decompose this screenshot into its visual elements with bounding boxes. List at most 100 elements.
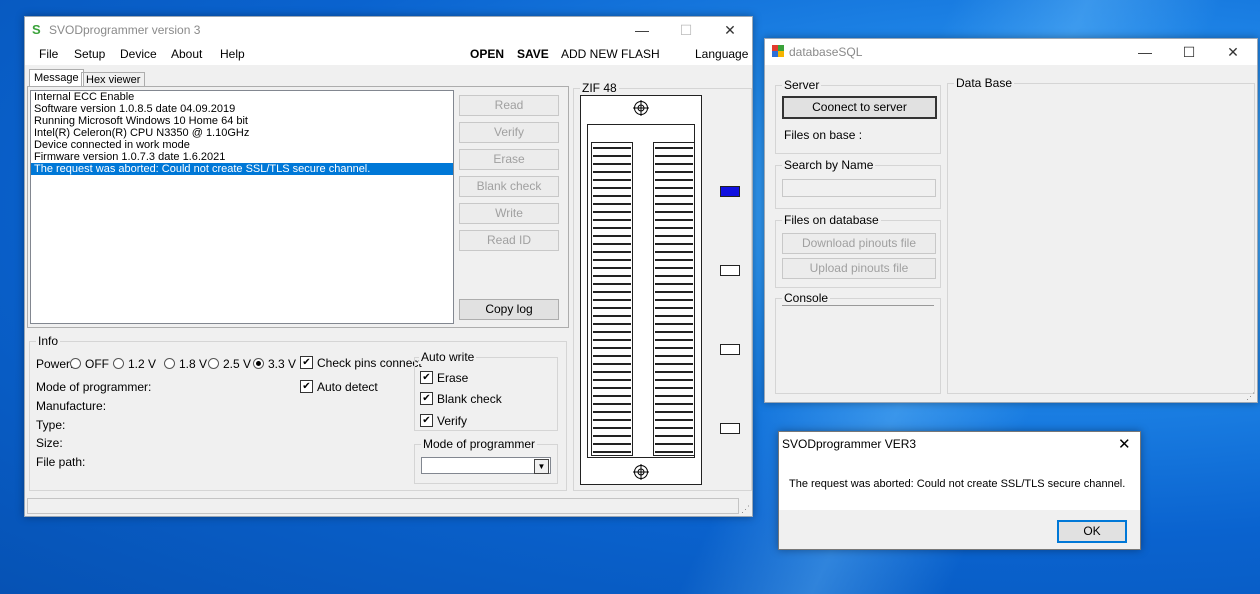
auto-write-group: Auto write ✔ Erase ✔ Blank check ✔ Verif… bbox=[414, 350, 558, 431]
power-radio-1[interactable] bbox=[113, 358, 124, 369]
zif-pin bbox=[593, 219, 631, 221]
main-titlebar[interactable]: S SVODprogrammer version 3 — ☐ ✕ bbox=[25, 17, 752, 43]
power-radio-4[interactable] bbox=[253, 358, 264, 369]
auto-detect-checkbox[interactable]: ✔ bbox=[300, 380, 313, 393]
zif-pin bbox=[655, 219, 693, 221]
download-pinouts-button[interactable]: Download pinouts file bbox=[782, 233, 936, 254]
menu-about[interactable]: About bbox=[171, 47, 202, 61]
tab-hex-viewer[interactable]: Hex viewer bbox=[81, 72, 146, 87]
menu-file[interactable]: File bbox=[39, 47, 58, 61]
db-resize-grip-icon[interactable]: ⋰ bbox=[1246, 391, 1255, 402]
status-indicator-4 bbox=[720, 423, 740, 434]
read-id-button[interactable]: Read ID bbox=[459, 230, 559, 251]
open-button[interactable]: OPEN bbox=[470, 47, 504, 61]
db-titlebar[interactable]: databaseSQL — ☐ ✕ bbox=[765, 39, 1257, 65]
read-button[interactable]: Read bbox=[459, 95, 559, 116]
copy-log-button[interactable]: Copy log bbox=[459, 299, 559, 320]
mode-group-label: Mode of programmer bbox=[421, 437, 538, 451]
upload-pinouts-button[interactable]: Upload pinouts file bbox=[782, 258, 936, 279]
info-group: Info Power: OFF 1.2 V 1.8 V 2.5 V 3.3 V ✔ Ch… bbox=[29, 334, 567, 491]
manufacture-label: Manufacture: bbox=[36, 399, 107, 413]
zif-pin bbox=[655, 283, 693, 285]
search-input[interactable] bbox=[782, 179, 936, 197]
dialog-titlebar[interactable]: SVODprogrammer VER3 ✕ bbox=[779, 432, 1140, 456]
tab-message[interactable]: Message bbox=[29, 69, 84, 87]
chevron-down-icon[interactable]: ▼ bbox=[534, 459, 549, 474]
language-menu[interactable]: Language bbox=[695, 47, 748, 61]
zif-pin bbox=[593, 227, 631, 229]
zif-pin bbox=[593, 363, 631, 365]
auto-erase-checkbox[interactable]: ✔ bbox=[420, 371, 433, 384]
menu-device[interactable]: Device bbox=[120, 47, 157, 61]
write-button[interactable]: Write bbox=[459, 203, 559, 224]
log-line[interactable]: Firmware version 1.0.7.3 date 1.6.2021 bbox=[31, 151, 453, 163]
zif-pin bbox=[655, 427, 693, 429]
power-radio-0[interactable] bbox=[70, 358, 81, 369]
zif-pin bbox=[593, 331, 631, 333]
menu-help[interactable]: Help bbox=[220, 47, 245, 61]
zif-pin bbox=[655, 451, 693, 453]
erase-button[interactable]: Erase bbox=[459, 149, 559, 170]
zif-pin bbox=[593, 379, 631, 381]
db-close-icon[interactable]: ✕ bbox=[1211, 39, 1255, 65]
log-line[interactable]: Software version 1.0.8.5 date 04.09.2019 bbox=[31, 103, 453, 115]
log-line[interactable]: Device connected in work mode bbox=[31, 139, 453, 151]
log-line[interactable]: Running Microsoft Windows 10 Home 64 bit bbox=[31, 115, 453, 127]
log-line[interactable]: Internal ECC Enable bbox=[31, 91, 453, 103]
zif-pin bbox=[655, 171, 693, 173]
zif-pin bbox=[655, 403, 693, 405]
log-listbox[interactable]: Internal ECC Enable Software version 1.0.… bbox=[30, 90, 454, 324]
zif-pin bbox=[593, 179, 631, 181]
log-line[interactable]: Intel(R) Celeron(R) CPU N3350 @ 1.10GHz bbox=[31, 127, 453, 139]
info-group-label: Info bbox=[36, 334, 61, 348]
zif-pin bbox=[655, 187, 693, 189]
zif-pin bbox=[593, 403, 631, 405]
check-pins-checkbox[interactable]: ✔ bbox=[300, 356, 313, 369]
zif-pin-column-right bbox=[653, 142, 695, 456]
zif-pin bbox=[593, 259, 631, 261]
ok-button[interactable]: OK bbox=[1057, 520, 1127, 543]
status-bar: ⋰ bbox=[25, 496, 752, 516]
file-path-label: File path: bbox=[36, 455, 86, 469]
status-indicator-active bbox=[720, 186, 740, 197]
log-line[interactable]: The request was aborted: Could not creat… bbox=[31, 163, 453, 175]
auto-blank-check-checkbox[interactable]: ✔ bbox=[420, 392, 433, 405]
menu-setup[interactable]: Setup bbox=[74, 47, 105, 61]
zif-label: ZIF 48 bbox=[580, 81, 619, 95]
zif-pin bbox=[593, 347, 631, 349]
log-lines: Internal ECC Enable Software version 1.0.… bbox=[31, 91, 453, 175]
blank-check-button[interactable]: Blank check bbox=[459, 176, 559, 197]
svod-logo-icon: S bbox=[32, 22, 41, 36]
save-button[interactable]: SAVE bbox=[517, 47, 549, 61]
verify-button[interactable]: Verify bbox=[459, 122, 559, 143]
connect-to-server-button[interactable]: Coonect to server bbox=[782, 96, 937, 119]
zif-pin bbox=[655, 323, 693, 325]
power-radio-3[interactable] bbox=[208, 358, 219, 369]
console-textbox[interactable] bbox=[782, 305, 934, 307]
mode-select[interactable]: ▼ bbox=[421, 457, 551, 474]
db-minimize-icon[interactable]: — bbox=[1123, 39, 1167, 65]
resize-grip-icon[interactable]: ⋰ bbox=[741, 504, 750, 515]
server-group: Server Coonect to server Files on base : bbox=[775, 78, 941, 154]
power-option-label: 3.3 V bbox=[268, 357, 297, 371]
zif-pin bbox=[593, 323, 631, 325]
auto-blank-check-label: Blank check bbox=[437, 392, 502, 406]
zif-pin bbox=[655, 347, 693, 349]
zif-pin bbox=[593, 451, 631, 453]
dialog-close-icon[interactable]: ✕ bbox=[1118, 435, 1131, 453]
zif-pin bbox=[655, 411, 693, 413]
close-icon[interactable]: ✕ bbox=[708, 17, 752, 43]
database-window: databaseSQL — ☐ ✕ Server Coonect to serv… bbox=[764, 38, 1258, 403]
power-radio-2[interactable] bbox=[164, 358, 175, 369]
minimize-icon[interactable]: — bbox=[620, 17, 664, 43]
maximize-icon[interactable]: ☐ bbox=[664, 17, 708, 43]
power-label: Power: bbox=[36, 357, 74, 371]
db-maximize-icon[interactable]: ☐ bbox=[1167, 39, 1211, 65]
auto-verify-checkbox[interactable]: ✔ bbox=[420, 414, 433, 427]
dialog-message: The request was aborted: Could not creat… bbox=[789, 478, 1126, 490]
zif-pin bbox=[655, 299, 693, 301]
zif-pin bbox=[593, 235, 631, 237]
add-new-flash-button[interactable]: ADD NEW FLASH bbox=[561, 47, 660, 61]
zif-pin bbox=[655, 275, 693, 277]
zif-pin bbox=[593, 395, 631, 397]
